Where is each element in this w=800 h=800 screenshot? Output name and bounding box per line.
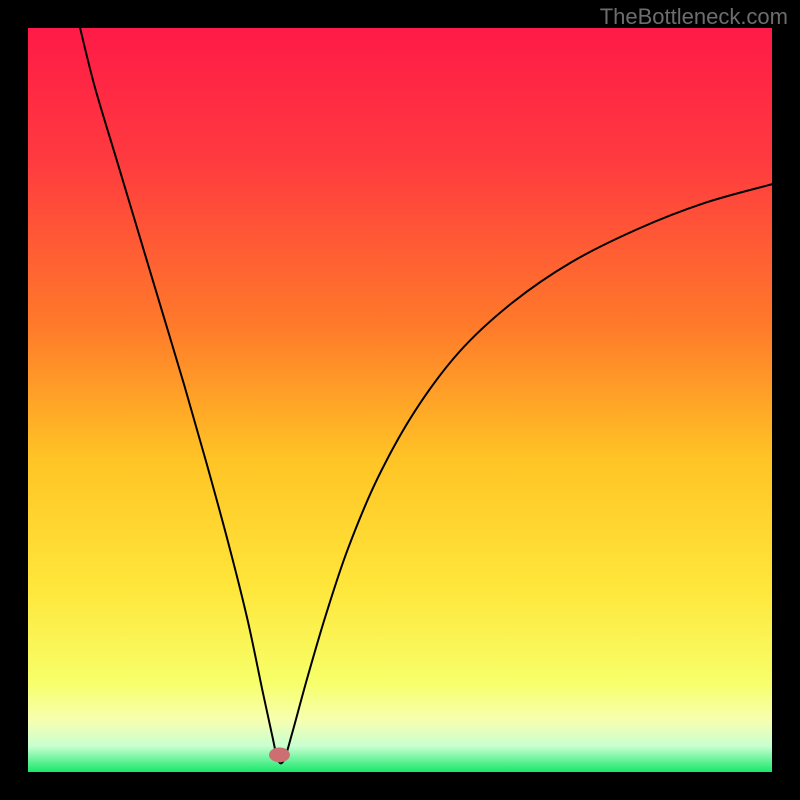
sweet-spot-marker — [269, 747, 290, 762]
chart-frame: TheBottleneck.com — [0, 0, 800, 800]
bottleneck-chart — [28, 28, 772, 772]
gradient-background — [28, 28, 772, 772]
watermark-text: TheBottleneck.com — [600, 4, 788, 30]
plot-area — [28, 28, 772, 772]
